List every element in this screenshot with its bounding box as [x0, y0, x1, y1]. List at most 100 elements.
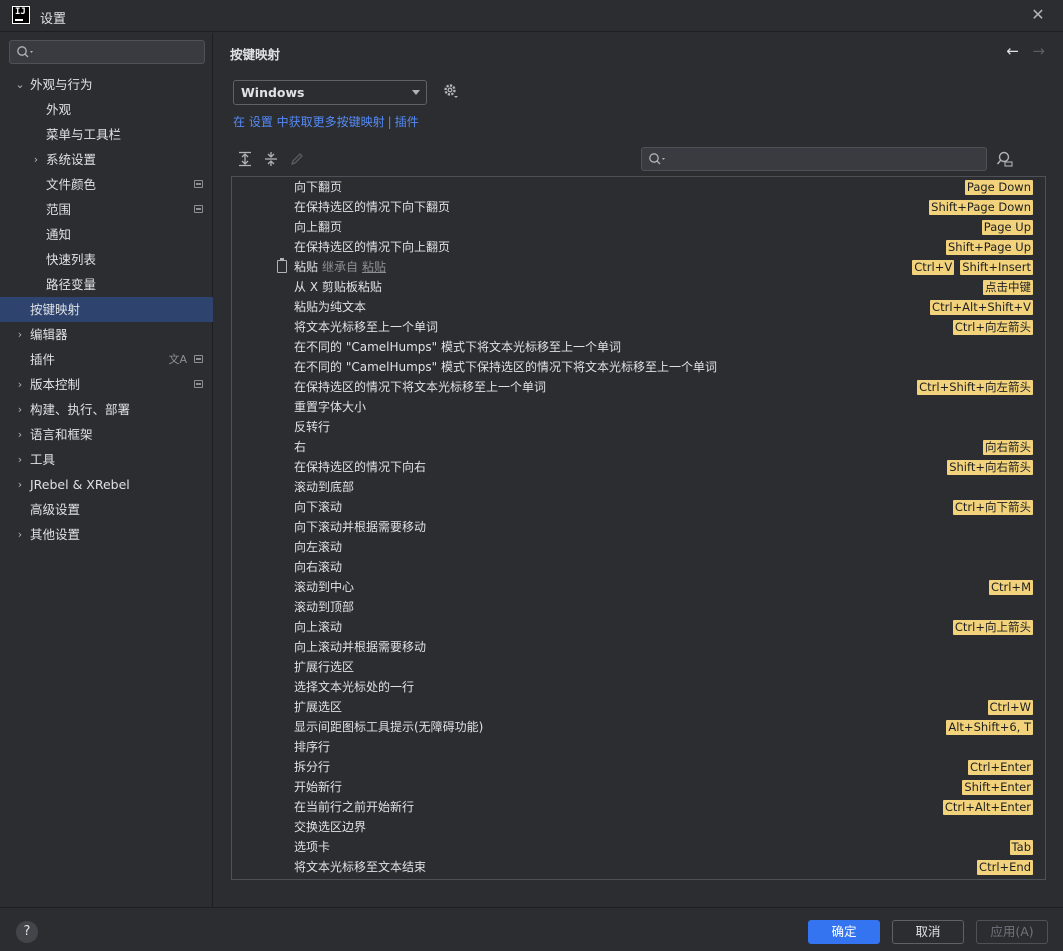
action-name: 向上滚动并根据需要移动	[294, 637, 426, 657]
action-row[interactable]: 显示间距图标工具提示(无障碍功能) Alt+Shift+6, T	[232, 717, 1033, 737]
back-arrow-icon[interactable]: ←	[1006, 42, 1019, 60]
action-row[interactable]: 在保持选区的情况下向下翻页 Shift+Page Down	[232, 197, 1033, 217]
gear-icon[interactable]	[442, 83, 460, 101]
action-row[interactable]: 在不同的 "CamelHumps" 模式下将文本光标移至上一个单词	[232, 337, 1032, 357]
action-row[interactable]: 向上滚动并根据需要移动	[232, 637, 1032, 657]
sidebar-item[interactable]: › JRebel & XRebel	[0, 472, 213, 497]
action-row[interactable]: 在保持选区的情况下将文本光标移至上一个单词 Ctrl+Shift+向左箭头	[232, 377, 1033, 397]
chevron-right-icon[interactable]: ›	[14, 322, 26, 347]
action-row[interactable]: 在保持选区的情况下向上翻页 Shift+Page Up	[232, 237, 1033, 257]
help-button[interactable]: ?	[16, 921, 38, 943]
expand-all-icon[interactable]	[237, 151, 253, 167]
sidebar-item-label: 外观与行为	[30, 77, 93, 92]
action-row[interactable]: 向下翻页 Page Down	[232, 177, 1033, 197]
shortcut-badge: Ctrl+Enter	[968, 759, 1033, 775]
action-label: 扩展行选区	[294, 660, 355, 674]
chevron-right-icon[interactable]: ›	[14, 397, 26, 422]
action-row[interactable]: 扩展选区 Ctrl+W	[232, 697, 1033, 717]
action-row[interactable]: 排序行	[232, 737, 1032, 757]
shortcut-list: Ctrl+向上箭头	[952, 617, 1033, 637]
action-row[interactable]: 滚动到中心 Ctrl+M	[232, 577, 1033, 597]
sidebar-item[interactable]: 外观	[0, 97, 213, 122]
sidebar-item[interactable]: 快速列表	[0, 247, 213, 272]
close-button[interactable]: ✕	[1029, 6, 1047, 24]
action-row[interactable]: 拆分行 Ctrl+Enter	[232, 757, 1033, 777]
dialog-footer: ? 确定 取消 应用(A)	[0, 907, 1063, 951]
find-by-shortcut-icon[interactable]	[996, 150, 1014, 168]
action-label: 向上滚动	[294, 620, 343, 634]
sidebar-item[interactable]: 范围	[0, 197, 213, 222]
sidebar-item[interactable]: 菜单与工具栏	[0, 122, 213, 147]
action-row[interactable]: 向下滚动并根据需要移动	[232, 517, 1032, 537]
apply-button[interactable]: 应用(A)	[976, 920, 1048, 944]
action-row[interactable]: 在当前行之前开始新行 Ctrl+Alt+Enter	[232, 797, 1033, 817]
title-bar: IJ 设置 ✕	[0, 0, 1063, 32]
sidebar-item[interactable]: › 系统设置	[0, 147, 213, 172]
sidebar-item[interactable]: 高级设置	[0, 497, 213, 522]
action-row[interactable]: 重置字体大小	[232, 397, 1032, 417]
action-row[interactable]: 选择文本光标处的一行	[232, 677, 1032, 697]
edit-pencil-icon[interactable]	[289, 151, 305, 167]
action-name: 在保持选区的情况下将文本光标移至上一个单词	[294, 377, 546, 397]
action-row[interactable]: 滚动到顶部	[232, 597, 1032, 617]
action-row[interactable]: 向上滚动 Ctrl+向上箭头	[232, 617, 1033, 637]
sidebar-search-input[interactable]	[9, 40, 205, 64]
action-row[interactable]: 右 向右箭头	[232, 437, 1033, 457]
action-row[interactable]: 选项卡 Tab	[232, 837, 1033, 857]
action-row[interactable]: 交换选区边界	[232, 817, 1032, 837]
action-row[interactable]: 向左滚动	[232, 537, 1032, 557]
action-row[interactable]: 反转行	[232, 417, 1032, 437]
plugins-link[interactable]: 插件	[395, 115, 419, 129]
chevron-right-icon[interactable]: ›	[14, 422, 26, 447]
collapse-all-icon[interactable]	[263, 151, 279, 167]
shortcut-badge: 向右箭头	[983, 439, 1033, 455]
action-row[interactable]: 向下滚动 Ctrl+向下箭头	[232, 497, 1033, 517]
action-row[interactable]: 在保持选区的情况下向右 Shift+向右箭头	[232, 457, 1033, 477]
cancel-button[interactable]: 取消	[892, 920, 964, 944]
sidebar-item[interactable]: 按键映射	[0, 297, 213, 322]
sidebar-item[interactable]: › 其他设置	[0, 522, 213, 547]
sidebar-item[interactable]: 文件颜色	[0, 172, 213, 197]
sidebar-item-label: 其他设置	[30, 527, 81, 542]
sidebar-item[interactable]: 通知	[0, 222, 213, 247]
sidebar-item[interactable]: › 构建、执行、部署	[0, 397, 213, 422]
sidebar-item[interactable]: 插件 文A	[0, 347, 213, 372]
action-row[interactable]: 在不同的 "CamelHumps" 模式下保持选区的情况下将文本光标移至上一个单…	[232, 357, 1032, 377]
sidebar-item[interactable]: › 语言和框架	[0, 422, 213, 447]
sidebar-item-label: 范围	[46, 202, 72, 217]
inherited-link[interactable]: 粘贴	[362, 260, 386, 274]
action-row[interactable]: 将文本光标移至上一个单词 Ctrl+向左箭头	[232, 317, 1033, 337]
action-search-input[interactable]	[641, 147, 987, 171]
action-label: 排序行	[294, 740, 331, 754]
chevron-right-icon[interactable]: ›	[30, 147, 42, 172]
get-more-keymaps-link[interactable]: 在 设置 中获取更多按键映射	[233, 115, 385, 129]
action-row[interactable]: 开始新行 Shift+Enter	[232, 777, 1033, 797]
action-row[interactable]: 扩展行选区	[232, 657, 1032, 677]
keymap-action-list[interactable]: 向下翻页 Page Down 在保持选区的情况下向下翻页 Shift+Page Dow…	[231, 176, 1046, 880]
chevron-down-icon[interactable]: ⌄	[14, 72, 26, 97]
sidebar-item[interactable]: 路径变量	[0, 272, 213, 297]
clipboard-icon	[277, 258, 287, 273]
shortcut-list: Ctrl+V Shift+Insert	[912, 257, 1033, 277]
action-row[interactable]: 粘贴为纯文本 Ctrl+Alt+Shift+V	[232, 297, 1033, 317]
sidebar-item[interactable]: › 工具	[0, 447, 213, 472]
inherited-from-note: 继承自 粘贴	[322, 260, 386, 274]
action-row[interactable]: 粘贴 继承自 粘贴 Ctrl+V Shift+Insert	[232, 257, 1033, 277]
chevron-right-icon[interactable]: ›	[14, 372, 26, 397]
chevron-right-icon[interactable]: ›	[14, 447, 26, 472]
chevron-right-icon[interactable]: ›	[14, 472, 26, 497]
sidebar-item[interactable]: ⌄ 外观与行为	[0, 72, 213, 97]
ok-button[interactable]: 确定	[808, 920, 880, 944]
sidebar-item-label: 路径变量	[46, 277, 97, 292]
action-row[interactable]: 向上翻页 Page Up	[232, 217, 1033, 237]
forward-arrow-icon[interactable]: →	[1032, 42, 1045, 60]
action-row[interactable]: 从 X 剪贴板粘贴 点击中键	[232, 277, 1033, 297]
action-row[interactable]: 滚动到底部	[232, 477, 1032, 497]
keymap-dropdown[interactable]: Windows	[233, 80, 427, 105]
action-row[interactable]: 将文本光标移至文本结束 Ctrl+End	[232, 857, 1033, 877]
chevron-right-icon[interactable]: ›	[14, 522, 26, 547]
action-label: 滚动到底部	[294, 480, 355, 494]
sidebar-item[interactable]: › 版本控制	[0, 372, 213, 397]
sidebar-item[interactable]: › 编辑器	[0, 322, 213, 347]
action-row[interactable]: 向右滚动	[232, 557, 1032, 577]
